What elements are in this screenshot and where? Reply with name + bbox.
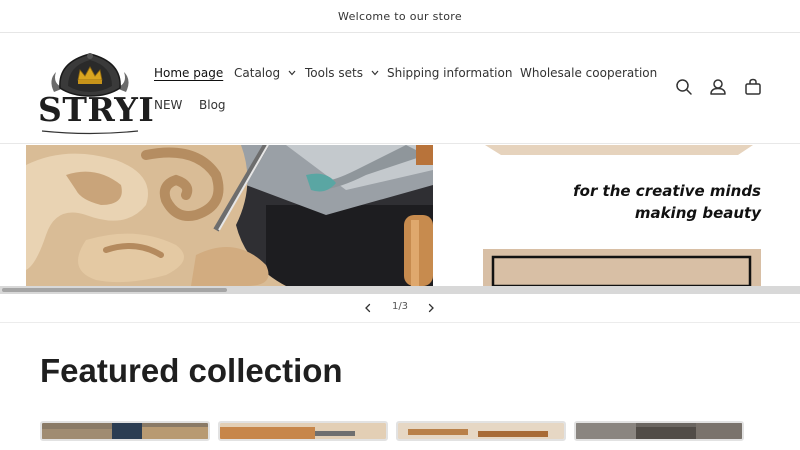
chevron-down-icon <box>371 70 379 76</box>
nav-catalog[interactable]: Catalog <box>234 65 296 81</box>
account-icon[interactable] <box>708 77 728 97</box>
store-logo[interactable]: STRYI <box>38 48 155 135</box>
logo-underline <box>41 130 139 135</box>
wood-carving-photo <box>26 145 433 286</box>
nav-new[interactable]: NEW <box>154 97 182 113</box>
product-image <box>42 423 208 439</box>
logo-text: STRYI <box>38 90 155 129</box>
slide-counter: 1/3 <box>391 301 409 312</box>
chevron-down-icon <box>288 70 296 76</box>
scrollbar-thumb[interactable] <box>2 288 227 292</box>
slideshow-controls: 1/3 <box>0 294 800 323</box>
site-header: STRYI Home page Catalog Tools sets Shipp… <box>0 33 800 144</box>
nav-blog[interactable]: Blog <box>199 97 226 113</box>
hero-slideshow: for the creative minds making beauty <box>0 145 800 286</box>
product-card[interactable] <box>396 421 566 441</box>
nav-wholesale-cooperation[interactable]: Wholesale cooperation <box>520 65 657 81</box>
chevron-right-icon[interactable] <box>425 302 437 314</box>
product-card[interactable] <box>40 421 210 441</box>
announcement-bar: Welcome to our store <box>0 0 800 33</box>
featured-collection-title: Featured collection <box>40 352 343 389</box>
promo-tagline-2: making beauty <box>634 204 761 222</box>
nav-shipping-information[interactable]: Shipping information <box>387 65 512 81</box>
promo-tagline-1: for the creative minds <box>573 182 761 200</box>
product-image <box>220 423 386 439</box>
product-card[interactable] <box>218 421 388 441</box>
nav-home-page[interactable]: Home page <box>154 65 223 81</box>
cart-icon[interactable] <box>743 77 763 97</box>
wood-carving-image <box>26 145 433 286</box>
nav-catalog-label: Catalog <box>234 66 281 80</box>
promo-slide: for the creative minds making beauty <box>433 145 800 286</box>
search-icon[interactable] <box>674 77 694 97</box>
nav-tools-sets-label: Tools sets <box>305 66 363 80</box>
product-image <box>398 423 564 439</box>
nav-tools-sets[interactable]: Tools sets <box>305 65 379 81</box>
product-image <box>576 423 742 439</box>
slideshow-scrollbar[interactable] <box>0 286 800 294</box>
chevron-left-icon[interactable] <box>362 302 374 314</box>
product-card[interactable] <box>574 421 744 441</box>
announcement-text: Welcome to our store <box>338 9 462 23</box>
